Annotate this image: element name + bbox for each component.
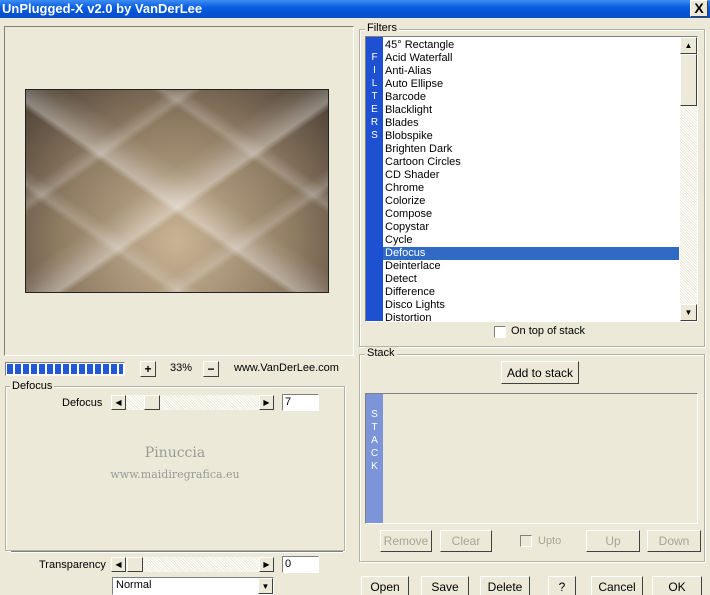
open-button[interactable]: Open	[361, 576, 409, 595]
transparency-slider-track[interactable]	[126, 557, 259, 572]
filter-list: 45° Rectangle Acid Waterfall Anti-Alias Aut…	[383, 39, 679, 321]
transparency-label: Transparency	[39, 559, 106, 571]
transparency-divider	[11, 551, 343, 553]
filter-item[interactable]: Colorize	[383, 195, 679, 208]
watermark-line1: Pinuccia	[144, 445, 206, 461]
filter-item[interactable]: Auto Ellipse	[383, 78, 679, 91]
filter-item[interactable]: Compose	[383, 208, 679, 221]
filter-item[interactable]: Chrome	[383, 182, 679, 195]
filter-item[interactable]: Anti-Alias	[383, 65, 679, 78]
side-letter: C	[370, 448, 379, 459]
scroll-thumb[interactable]	[680, 54, 697, 106]
defocus-value-field[interactable]: 7	[282, 394, 319, 411]
save-button[interactable]: Save	[421, 576, 469, 595]
defocus-right-arrow[interactable]: ▶	[259, 395, 274, 410]
defocus-label: Defocus	[62, 397, 103, 409]
filter-item[interactable]: 45° Rectangle	[383, 39, 679, 52]
side-letter: K	[371, 461, 378, 472]
chevron-down-icon[interactable]: ▼	[258, 578, 273, 594]
side-letter: E	[371, 104, 378, 115]
on-top-checkbox[interactable]	[494, 326, 506, 338]
ok-button[interactable]: OK	[652, 576, 702, 595]
side-letter: S	[371, 130, 378, 141]
progress-bar	[5, 362, 125, 376]
close-button[interactable]: X	[690, 0, 708, 17]
filter-item[interactable]: Blacklight	[383, 104, 679, 117]
defocus-slider-thumb[interactable]	[144, 395, 160, 410]
filter-list-box: FILTERS 45° Rectangle Acid Waterfall Anti-…	[365, 36, 698, 322]
progress-fill	[7, 364, 123, 374]
transparency-slider-thumb[interactable]	[127, 557, 143, 572]
zoom-out-button[interactable]: −	[203, 361, 219, 377]
upto-label[interactable]: Upto	[538, 535, 561, 547]
down-button[interactable]: Down	[647, 530, 701, 552]
delete-button[interactable]: Delete	[480, 576, 530, 595]
filter-item[interactable]: Detect	[383, 273, 679, 286]
watermark-line2: www.maidiregrafica.eu	[110, 468, 240, 481]
add-to-stack-button[interactable]: Add to stack	[501, 361, 579, 384]
clear-button[interactable]: Clear	[440, 530, 492, 552]
filter-item[interactable]: Disco Lights	[383, 299, 679, 312]
stack-side-bar: STACK	[366, 394, 383, 523]
transparency-right-arrow[interactable]: ▶	[259, 557, 274, 572]
filter-item[interactable]: Difference	[383, 286, 679, 299]
preview-pane	[4, 26, 354, 356]
filter-item[interactable]: Barcode	[383, 91, 679, 104]
filter-item[interactable]: Cycle	[383, 234, 679, 247]
preview-image[interactable]	[25, 89, 329, 293]
scroll-down-arrow[interactable]: ▼	[680, 304, 697, 321]
filter-item[interactable]: CD Shader	[383, 169, 679, 182]
filter-item[interactable]: Brighten Dark	[383, 143, 679, 156]
side-letter: F	[371, 52, 378, 63]
transparency-left-arrow[interactable]: ◀	[111, 557, 126, 572]
filters-side-bar: FILTERS	[366, 37, 383, 321]
website-link[interactable]: www.VanDerLee.com	[234, 362, 339, 374]
scroll-up-arrow[interactable]: ▲	[680, 37, 697, 54]
blend-mode-select[interactable]: Normal ▼	[112, 577, 274, 595]
filter-item[interactable]: Acid Waterfall	[383, 52, 679, 65]
stack-side-label: STACK	[366, 394, 383, 473]
remove-button[interactable]: Remove	[380, 530, 432, 552]
stack-list-box: STACK	[365, 393, 698, 524]
defocus-left-arrow[interactable]: ◀	[111, 395, 126, 410]
filter-item[interactable]: Cartoon Circles	[383, 156, 679, 169]
filter-item[interactable]: Copystar	[383, 221, 679, 234]
blend-mode-value: Normal	[116, 579, 152, 591]
zoom-value: 33%	[170, 362, 193, 374]
transparency-value-field[interactable]: 0	[282, 556, 319, 573]
filter-item[interactable]: Defocus	[383, 247, 679, 260]
filter-list-scrollbar[interactable]: ▲ ▼	[680, 37, 697, 321]
side-letter: R	[370, 117, 379, 128]
filters-group-label: Filters	[365, 22, 399, 34]
side-letter: S	[371, 409, 378, 420]
side-letter: L	[371, 78, 378, 89]
upto-checkbox[interactable]	[520, 535, 532, 547]
filter-item[interactable]: Distortion	[383, 312, 679, 321]
help-button[interactable]: ?	[548, 576, 576, 595]
on-top-label[interactable]: On top of stack	[511, 325, 585, 337]
filters-side-label: FILTERS	[366, 37, 383, 142]
window-title: UnPlugged-X v2.0 by VanDerLee	[2, 1, 203, 16]
stack-group-label: Stack	[365, 347, 397, 359]
side-letter: I	[373, 65, 376, 76]
filter-item[interactable]: Blobspike	[383, 130, 679, 143]
up-button[interactable]: Up	[586, 530, 640, 552]
filter-item[interactable]: Deinterlace	[383, 260, 679, 273]
side-letter: T	[371, 91, 378, 102]
zoom-in-button[interactable]: +	[140, 361, 156, 377]
side-letter: A	[371, 435, 378, 446]
defocus-group-label: Defocus	[10, 380, 55, 392]
cancel-button[interactable]: Cancel	[591, 576, 643, 595]
filter-item[interactable]: Blades	[383, 117, 679, 130]
side-letter: T	[371, 422, 378, 433]
